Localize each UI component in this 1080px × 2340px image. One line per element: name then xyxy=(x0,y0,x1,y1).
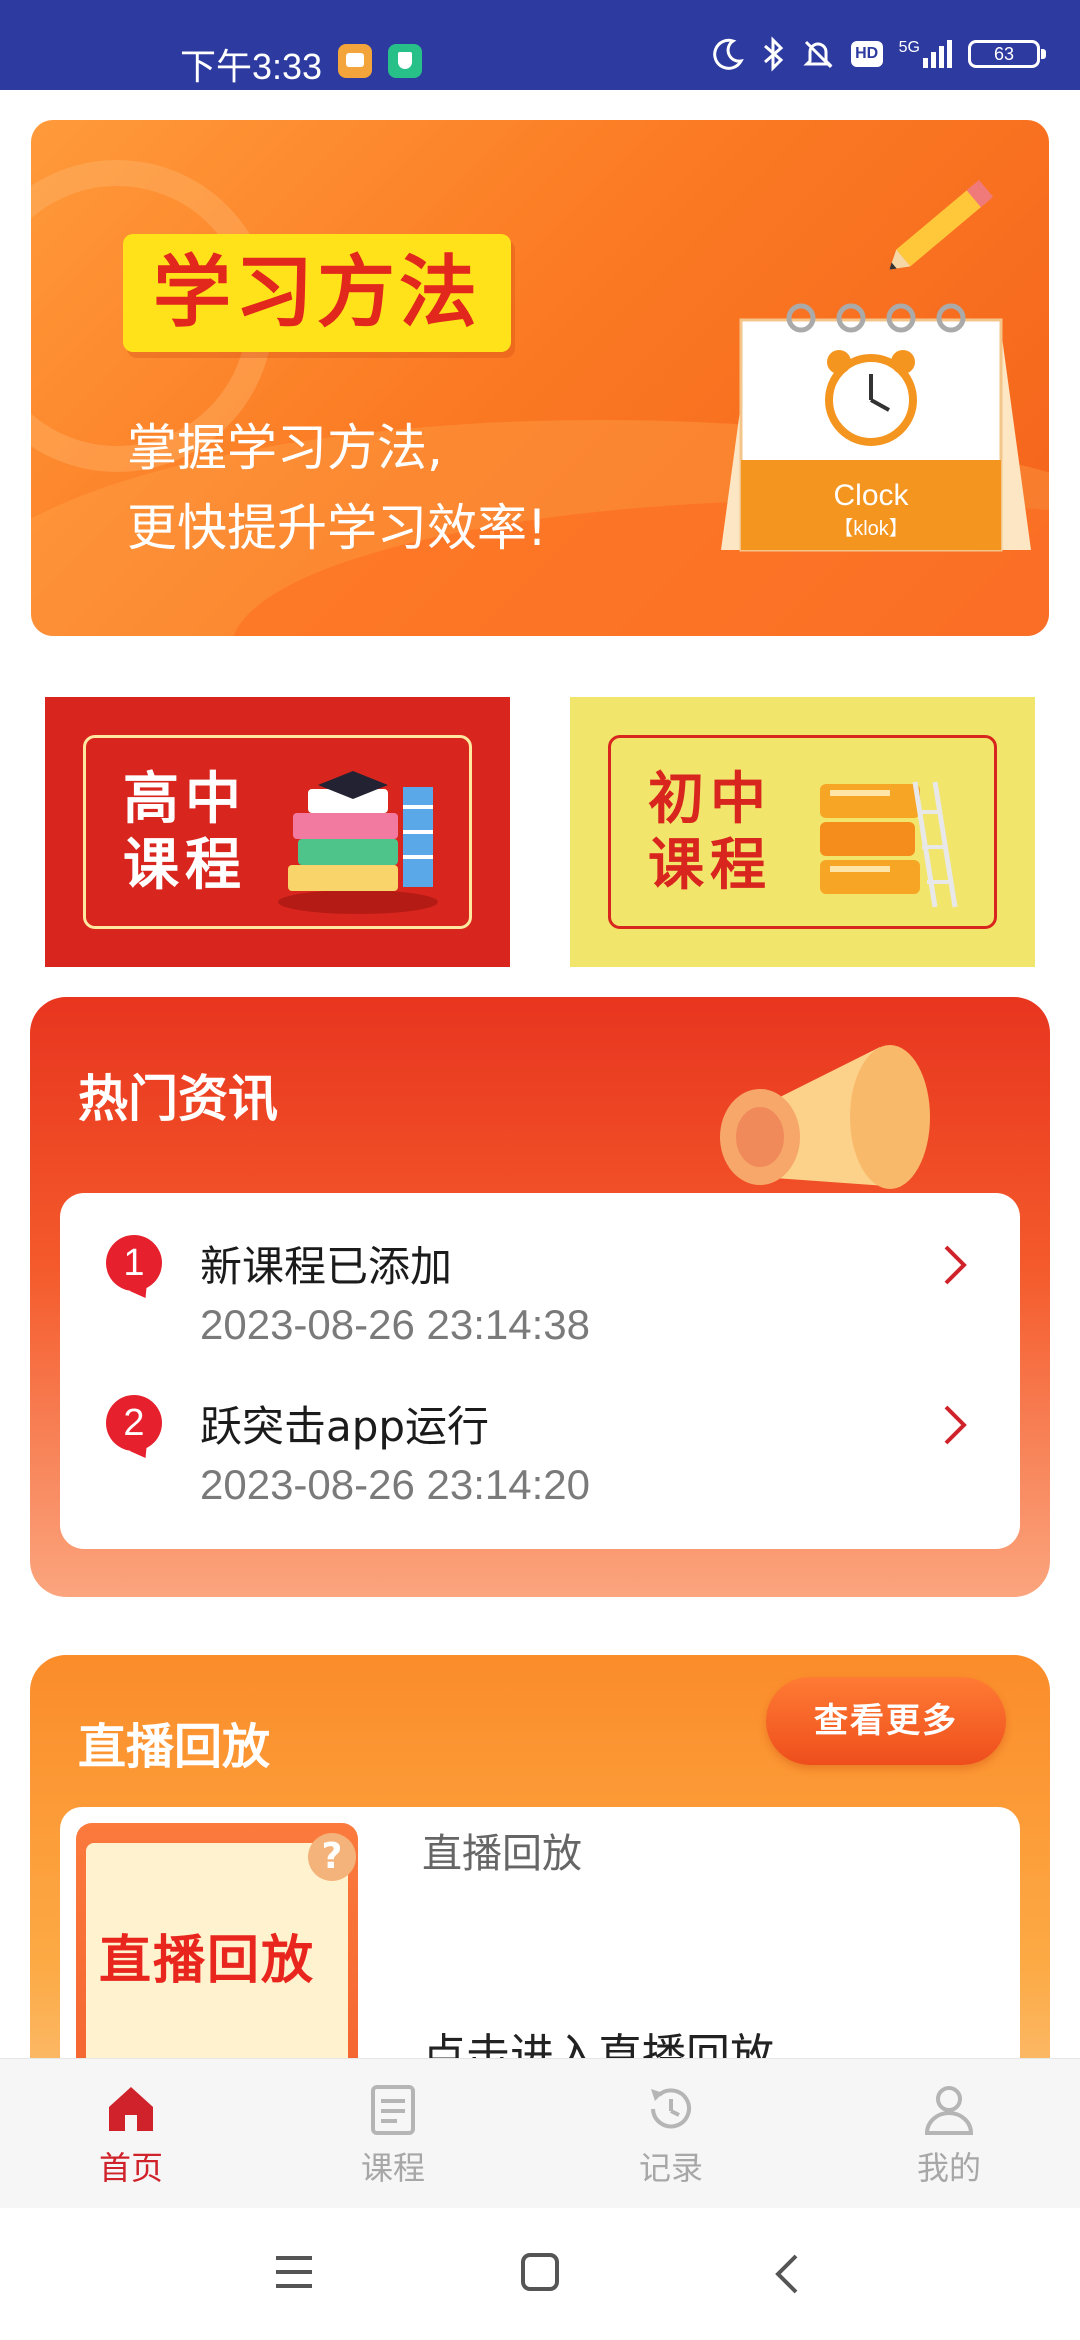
bluetooth-icon xyxy=(763,36,783,72)
bottom-tab-bar: 首页 课程 记录 我的 xyxy=(0,2058,1080,2209)
user-icon xyxy=(924,2086,974,2135)
home-button-icon[interactable] xyxy=(520,2252,560,2292)
signal-icon: 5G xyxy=(899,40,952,68)
menu-icon[interactable] xyxy=(272,2252,316,2292)
tab-home[interactable]: 首页 xyxy=(56,2081,206,2201)
study-method-banner[interactable]: 学习方法 掌握学习方法, 更快提升学习效率! Clock 【klok】 xyxy=(31,120,1049,636)
news-list: 1 新课程已添加 2023-08-26 23:14:38 2 跃突击app运行 … xyxy=(60,1193,1020,1549)
network-type: 5G xyxy=(898,39,920,56)
tab-label: 课程 xyxy=(360,2149,425,2187)
question-mark-icon: ? xyxy=(308,1833,356,1881)
mute-bell-icon xyxy=(803,40,833,69)
news-item-time: 2023-08-26 23:14:20 xyxy=(200,1461,590,1508)
news-item[interactable]: 2 跃突击app运行 2023-08-26 23:14:20 xyxy=(60,1393,1020,1553)
mid-course-line-1: 初中 xyxy=(648,767,772,832)
tab-mine[interactable]: 我的 xyxy=(874,2081,1024,2201)
tab-label: 首页 xyxy=(98,2149,163,2187)
tab-courses[interactable]: 课程 xyxy=(318,2081,468,2201)
calendar-phonetic: 【klok】 xyxy=(833,518,909,540)
news-index-badge: 2 xyxy=(106,1395,162,1451)
hot-news-title: 热门资讯 xyxy=(78,1070,278,1128)
news-item-title: 新课程已添加 xyxy=(200,1242,453,1291)
high-course-line-2: 课程 xyxy=(123,833,247,898)
view-more-button[interactable]: 查看更多 xyxy=(766,1677,1006,1765)
status-time: 下午3:33 xyxy=(180,46,323,87)
clock-calendar-icon: Clock 【klok】 xyxy=(721,303,1031,552)
pencil-icon xyxy=(889,180,994,270)
calendar-word: Clock xyxy=(833,479,909,512)
live-item-name: 直播回放 xyxy=(422,1831,582,1877)
middle-school-course-card[interactable]: 初中 课程 xyxy=(570,697,1035,967)
course-icon xyxy=(371,2085,415,2135)
books-graduation-icon xyxy=(278,771,438,914)
message-app-icon xyxy=(338,44,372,78)
security-app-icon xyxy=(388,44,422,78)
thumbnail-text: 直播回放 xyxy=(98,1931,315,1991)
moon-icon xyxy=(712,38,744,70)
chevron-right-icon xyxy=(944,1245,967,1285)
banner-line-1: 掌握学习方法, xyxy=(127,419,443,477)
tab-label: 我的 xyxy=(916,2149,981,2187)
tab-records[interactable]: 记录 xyxy=(596,2081,746,2201)
news-item[interactable]: 1 新课程已添加 2023-08-26 23:14:38 xyxy=(60,1233,1020,1393)
tab-label: 记录 xyxy=(638,2149,703,2187)
history-icon xyxy=(651,2088,691,2129)
news-item-title: 跃突击app运行 xyxy=(200,1402,490,1451)
high-course-line-1: 高中 xyxy=(123,767,247,832)
system-navigation-bar xyxy=(0,2208,1080,2340)
books-ladder-icon xyxy=(820,781,958,908)
battery-icon: 63 xyxy=(968,40,1046,68)
hot-news-section: 热门资讯 1 新课程已添加 2023-08-26 23:14:38 2 跃突击a… xyxy=(30,997,1050,1597)
news-index-badge: 1 xyxy=(106,1235,162,1291)
news-item-time: 2023-08-26 23:14:38 xyxy=(200,1301,590,1348)
home-icon xyxy=(109,2087,153,2131)
megaphone-icon xyxy=(720,1045,930,1189)
live-replay-title: 直播回放 xyxy=(78,1719,271,1775)
banner-line-2: 更快提升学习效率! xyxy=(127,499,548,557)
banner-tag: 学习方法 xyxy=(123,234,511,352)
hd-icon: HD xyxy=(850,41,883,67)
status-bar: 下午3:33 HD 5G 63 xyxy=(0,0,1080,90)
chevron-right-icon xyxy=(944,1405,967,1445)
mid-course-line-2: 课程 xyxy=(648,833,772,898)
high-school-course-card[interactable]: 高中 课程 xyxy=(45,697,510,967)
back-icon[interactable] xyxy=(772,2252,802,2296)
